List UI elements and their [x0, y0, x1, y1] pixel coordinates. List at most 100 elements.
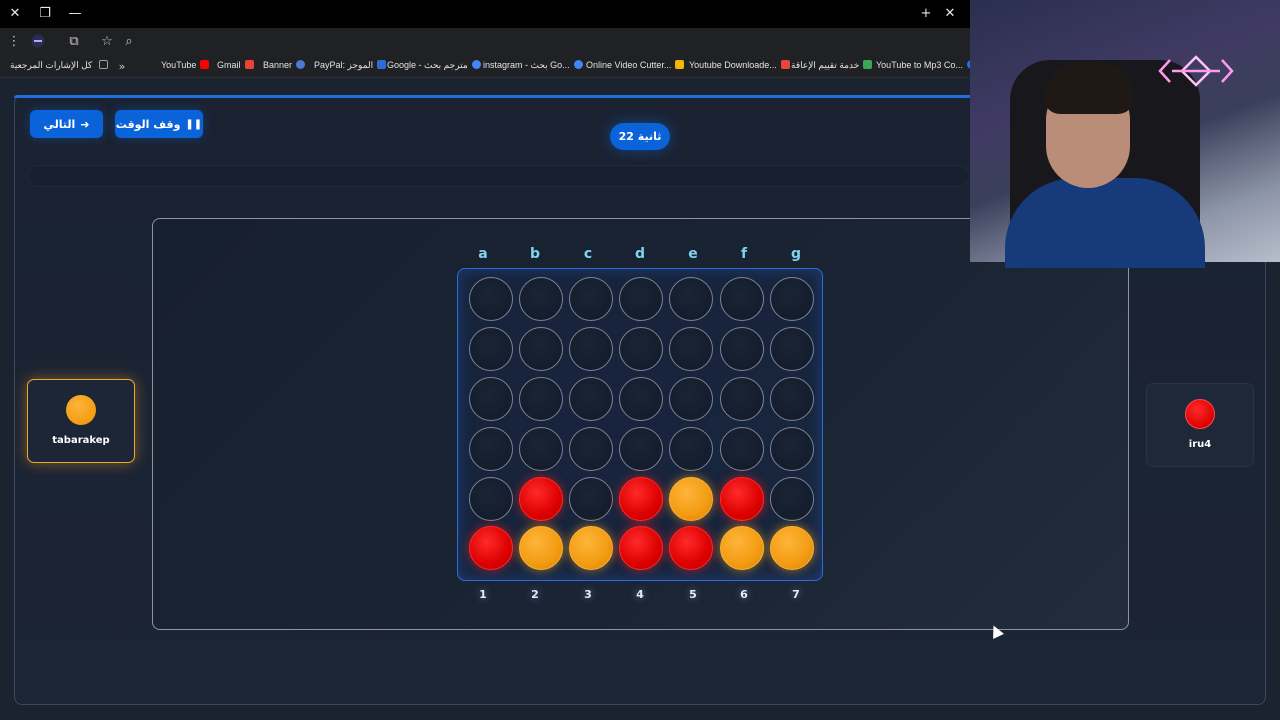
bookmark-item[interactable]: YouTube: [161, 60, 210, 70]
empty-cell[interactable]: [519, 427, 563, 471]
paypal-icon: [377, 60, 387, 69]
arrow-right-icon: ➜: [80, 117, 90, 131]
yellow-disc[interactable]: [770, 526, 814, 570]
menu-dots-icon[interactable]: ⋮: [6, 34, 22, 50]
empty-cell[interactable]: [669, 377, 713, 421]
column-number[interactable]: 3: [563, 588, 613, 601]
empty-cell[interactable]: [469, 377, 513, 421]
minimize-icon[interactable]: —: [66, 5, 84, 23]
banner-icon: [296, 60, 306, 69]
next-button-label: التالي: [43, 117, 76, 131]
column-number[interactable]: 5: [668, 588, 718, 601]
empty-cell[interactable]: [619, 377, 663, 421]
yellow-disc[interactable]: [669, 477, 713, 521]
next-button[interactable]: التالي ➜: [30, 110, 103, 138]
empty-cell[interactable]: [770, 427, 814, 471]
player-name: tabarakep: [52, 435, 110, 446]
new-tab-icon[interactable]: +: [917, 5, 935, 23]
yellow-disc[interactable]: [720, 526, 764, 570]
restore-icon[interactable]: ❐: [36, 5, 54, 23]
bookmark-item[interactable]: Online Video Cutter...: [586, 60, 685, 70]
empty-cell[interactable]: [720, 327, 764, 371]
empty-cell[interactable]: [469, 427, 513, 471]
column-letter: a: [478, 246, 488, 262]
red-disc[interactable]: [469, 526, 513, 570]
red-disc[interactable]: [619, 477, 663, 521]
empty-cell[interactable]: [770, 277, 814, 321]
bookmark-item[interactable]: YouTube to Mp3 Co...: [876, 60, 976, 70]
column-letter: g: [790, 246, 802, 262]
bookmark-item[interactable]: Youtube Downloade...: [689, 60, 790, 70]
empty-cell[interactable]: [569, 377, 613, 421]
empty-cell[interactable]: [569, 427, 613, 471]
webcam-person-body: [1005, 178, 1205, 268]
folder-icon: [98, 60, 108, 69]
column-number[interactable]: 2: [510, 588, 560, 601]
bookmark-item[interactable]: PayPal: الموجز: [314, 60, 387, 71]
page-accent-line: [14, 95, 970, 98]
column-letter: b: [529, 246, 541, 262]
browser-toolbar: ⋮ ⧉ ☆ ⌕: [0, 28, 970, 56]
player-card-left: tabarakep: [27, 379, 135, 463]
red-disc[interactable]: [519, 477, 563, 521]
player-name: iru4: [1188, 439, 1212, 450]
profile-avatar-icon[interactable]: [30, 34, 46, 50]
column-letter: f: [740, 246, 748, 262]
column-number[interactable]: 7: [771, 588, 821, 601]
empty-cell[interactable]: [720, 377, 764, 421]
timer-badge: 22 ثانية: [610, 123, 670, 150]
webcam-person-hair: [1044, 62, 1134, 114]
empty-cell[interactable]: [569, 277, 613, 321]
empty-cell[interactable]: [770, 477, 814, 521]
empty-cell[interactable]: [469, 277, 513, 321]
close-tab-icon[interactable]: ✕: [941, 5, 959, 23]
bookmark-item[interactable]: خدمة تقييم الإعاقة: [791, 60, 873, 71]
empty-cell[interactable]: [469, 327, 513, 371]
empty-cell[interactable]: [569, 477, 613, 521]
empty-cell[interactable]: [669, 427, 713, 471]
yellow-disc[interactable]: [519, 526, 563, 570]
gmail-icon: [244, 60, 254, 69]
empty-cell[interactable]: [519, 377, 563, 421]
column-number[interactable]: 4: [615, 588, 665, 601]
empty-cell[interactable]: [720, 427, 764, 471]
column-number[interactable]: 1: [458, 588, 508, 601]
empty-cell[interactable]: [519, 327, 563, 371]
bookmark-item[interactable]: Gmail: [217, 60, 254, 70]
empty-cell[interactable]: [469, 477, 513, 521]
empty-cell[interactable]: [619, 427, 663, 471]
empty-cell[interactable]: [770, 377, 814, 421]
empty-cell[interactable]: [569, 327, 613, 371]
bookmark-item[interactable]: instagram - بحث Go...: [483, 60, 583, 71]
bookmark-item[interactable]: Google - مترجم بحث: [387, 60, 481, 71]
search-icon[interactable]: ⌕: [121, 34, 137, 50]
empty-cell[interactable]: [619, 327, 663, 371]
close-icon[interactable]: ✕: [6, 5, 24, 23]
player-disc-yellow: [66, 395, 96, 425]
empty-cell[interactable]: [720, 277, 764, 321]
empty-cell[interactable]: [669, 327, 713, 371]
extensions-icon[interactable]: ⧉: [66, 34, 82, 50]
timer-text: 22 ثانية: [618, 130, 662, 143]
bookmark-star-icon[interactable]: ☆: [99, 34, 115, 50]
red-disc[interactable]: [720, 477, 764, 521]
bookmarks-bar: كل الإشارات المرجعية » YouTube Gmail Ban…: [0, 56, 976, 78]
pause-time-button[interactable]: وقف الوقت ❚❚: [115, 110, 203, 138]
bookmark-all[interactable]: كل الإشارات المرجعية: [10, 60, 108, 71]
service-icon: [863, 60, 873, 69]
column-number[interactable]: 6: [719, 588, 769, 601]
empty-cell[interactable]: [770, 327, 814, 371]
bookmark-item[interactable]: Banner: [263, 60, 306, 70]
empty-cell[interactable]: [669, 277, 713, 321]
pause-button-label: وقف الوقت: [115, 117, 181, 131]
column-letter: c: [583, 246, 593, 262]
chevron-double-icon[interactable]: »: [114, 59, 130, 75]
red-disc[interactable]: [669, 526, 713, 570]
yellow-disc[interactable]: [569, 526, 613, 570]
empty-cell[interactable]: [519, 277, 563, 321]
empty-cell[interactable]: [619, 277, 663, 321]
neon-logo-icon: [1158, 55, 1234, 87]
red-disc[interactable]: [619, 526, 663, 570]
player-card-right: iru4: [1146, 383, 1254, 467]
browser-titlebar: ✕ ❐ — + ✕: [0, 0, 970, 28]
